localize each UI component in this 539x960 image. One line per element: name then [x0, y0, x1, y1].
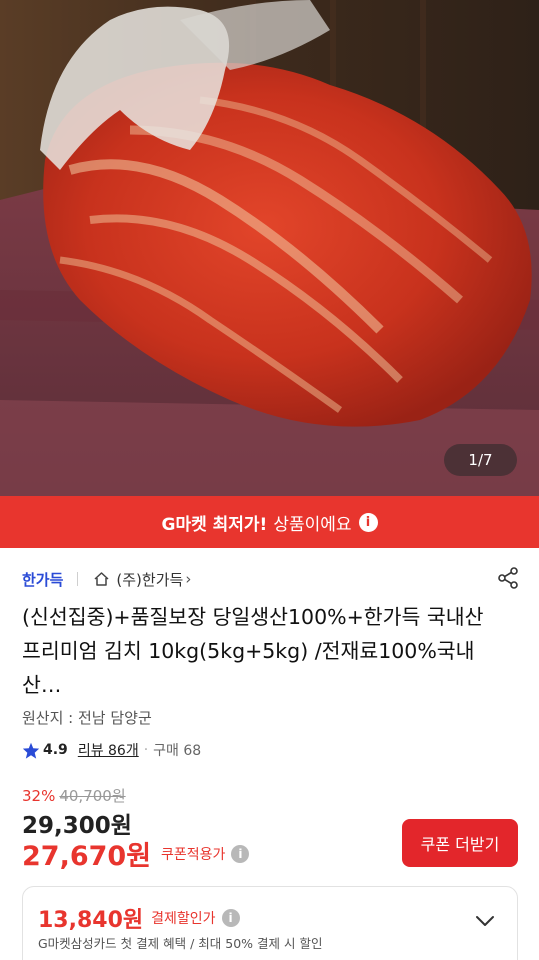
banner-text: 상품이에요 [273, 514, 352, 535]
card-discount-description: G마켓삼성카드 첫 결제 혜택 / 최대 50% 결제 시 할인 [38, 936, 323, 951]
store-name: (주)한가득 [116, 570, 184, 589]
review-link[interactable]: 리뷰 86개 [78, 740, 139, 760]
info-icon[interactable]: i [221, 909, 240, 927]
more-coupons-button[interactable]: 쿠폰 더받기 [402, 819, 518, 867]
chevron-down-icon[interactable] [475, 915, 495, 927]
product-image[interactable]: 1/7 [0, 0, 539, 496]
discount-rate: 32% [22, 787, 56, 805]
image-counter: 1/7 [444, 444, 517, 476]
banner-strong-text: G마켓 최저가! [161, 514, 268, 535]
divider [77, 572, 79, 586]
kimchi-photo [0, 0, 539, 496]
chevron-right-icon: › [185, 570, 192, 588]
seller-row: 한가득 (주)한가득 › [22, 566, 520, 592]
rating-score: 4.9 [43, 742, 68, 758]
home-icon [94, 572, 109, 586]
store-link[interactable]: (주)한가득 › [93, 569, 191, 590]
info-icon[interactable]: i [231, 844, 250, 863]
coupon-price-label: 쿠폰적용가 [161, 846, 226, 863]
rating-row: 4.9 리뷰 86개 · 구매 68 [22, 740, 201, 760]
card-discount-box[interactable]: 13,840원 결제할인가 i G마켓삼성카드 첫 결제 혜택 / 최대 50%… [22, 886, 518, 960]
info-icon[interactable]: i [358, 512, 378, 532]
star-icon [22, 742, 40, 759]
coupon-price: 27,670원 [22, 841, 152, 872]
origin-text: 원산지 : 전남 담양군 [22, 709, 152, 727]
original-price: 40,700원 [59, 787, 126, 805]
coupon-price-row: 27,670원 쿠폰적용가 i [22, 834, 250, 873]
product-title: (신선집중)+품질보장 당일생산100%+한가득 국내산 프리미엄 김치 10k… [22, 605, 484, 697]
card-discount-price: 13,840원 [38, 908, 144, 933]
lowest-price-banner[interactable]: G마켓 최저가! 상품이에요 i [0, 496, 539, 548]
seller-name[interactable]: 한가득 [22, 569, 63, 590]
card-discount-label: 결제할인가 [151, 911, 216, 927]
share-icon[interactable] [496, 566, 520, 590]
card-price-row: 13,840원 결제할인가 i [38, 902, 240, 934]
purchase-count: 구매 68 [153, 743, 202, 759]
separator-dot: · [143, 742, 149, 758]
discount-row: 32% 40,700원 [22, 785, 126, 806]
